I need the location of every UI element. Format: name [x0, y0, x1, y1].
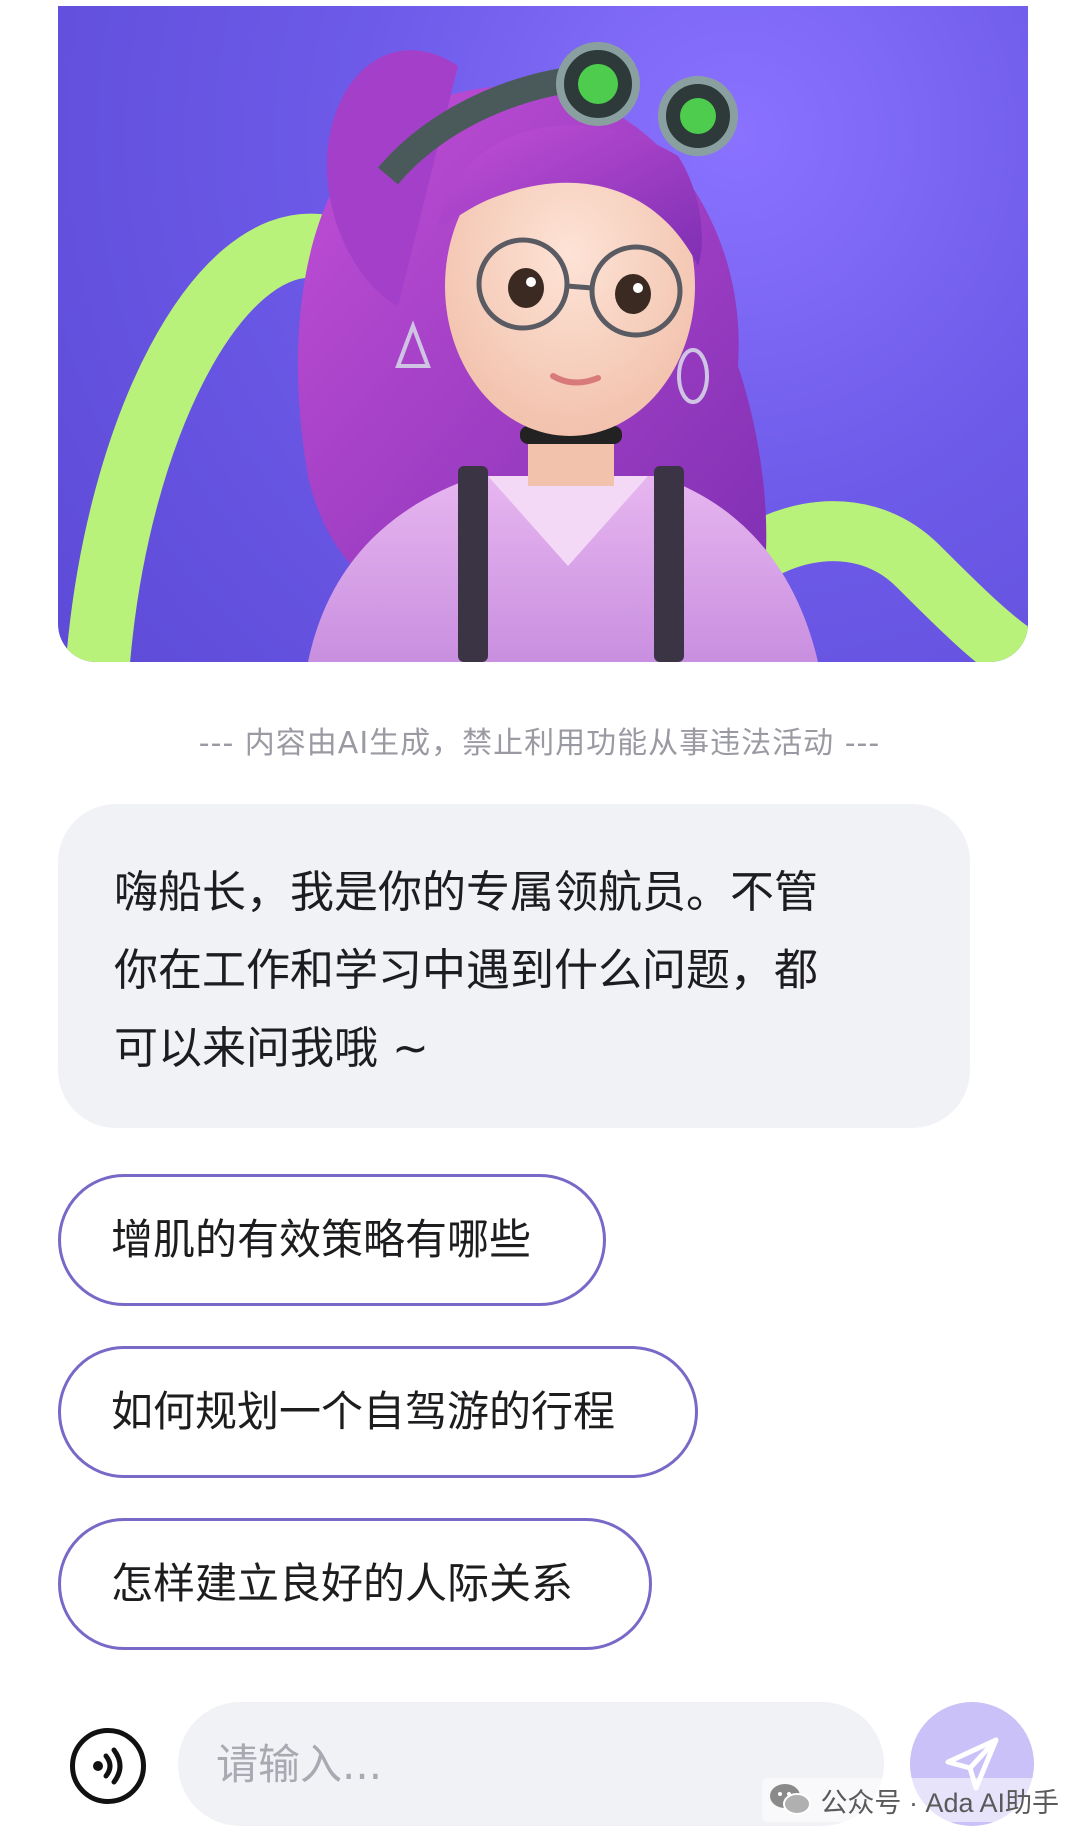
watermark-text: 公众号 · Ada AI助手: [820, 1787, 1059, 1818]
greeting-line: 可以来问我哦 ~: [114, 1023, 429, 1074]
assistant-avatar-image: [58, 6, 1028, 662]
avatar-illustration: [66, 42, 1028, 662]
ai-disclaimer-text: --- 内容由AI生成，禁止利用功能从事违法活动 ---: [198, 726, 881, 761]
suggestion-chip-road-trip[interactable]: 如何规划一个自驾游的行程: [58, 1346, 698, 1478]
voice-input-button[interactable]: [70, 1728, 146, 1804]
wechat-icon: [770, 1784, 812, 1815]
greeting-line: 嗨船长，我是你的专属领航员。不管: [114, 867, 818, 918]
assistant-greeting-bubble: 嗨船长，我是你的专属领航员。不管 你在工作和学习中遇到什么问题，都 可以来问我哦…: [58, 804, 970, 1128]
wechat-watermark: 公众号 · Ada AI助手: [762, 1778, 1065, 1822]
suggestion-chip-relationships[interactable]: 怎样建立良好的人际关系: [58, 1518, 652, 1650]
greeting-line: 你在工作和学习中遇到什么问题，都: [114, 945, 818, 996]
voice-wave-icon: [93, 1747, 123, 1785]
suggestion-chip-muscle-gain[interactable]: 增肌的有效策略有哪些: [58, 1174, 606, 1306]
